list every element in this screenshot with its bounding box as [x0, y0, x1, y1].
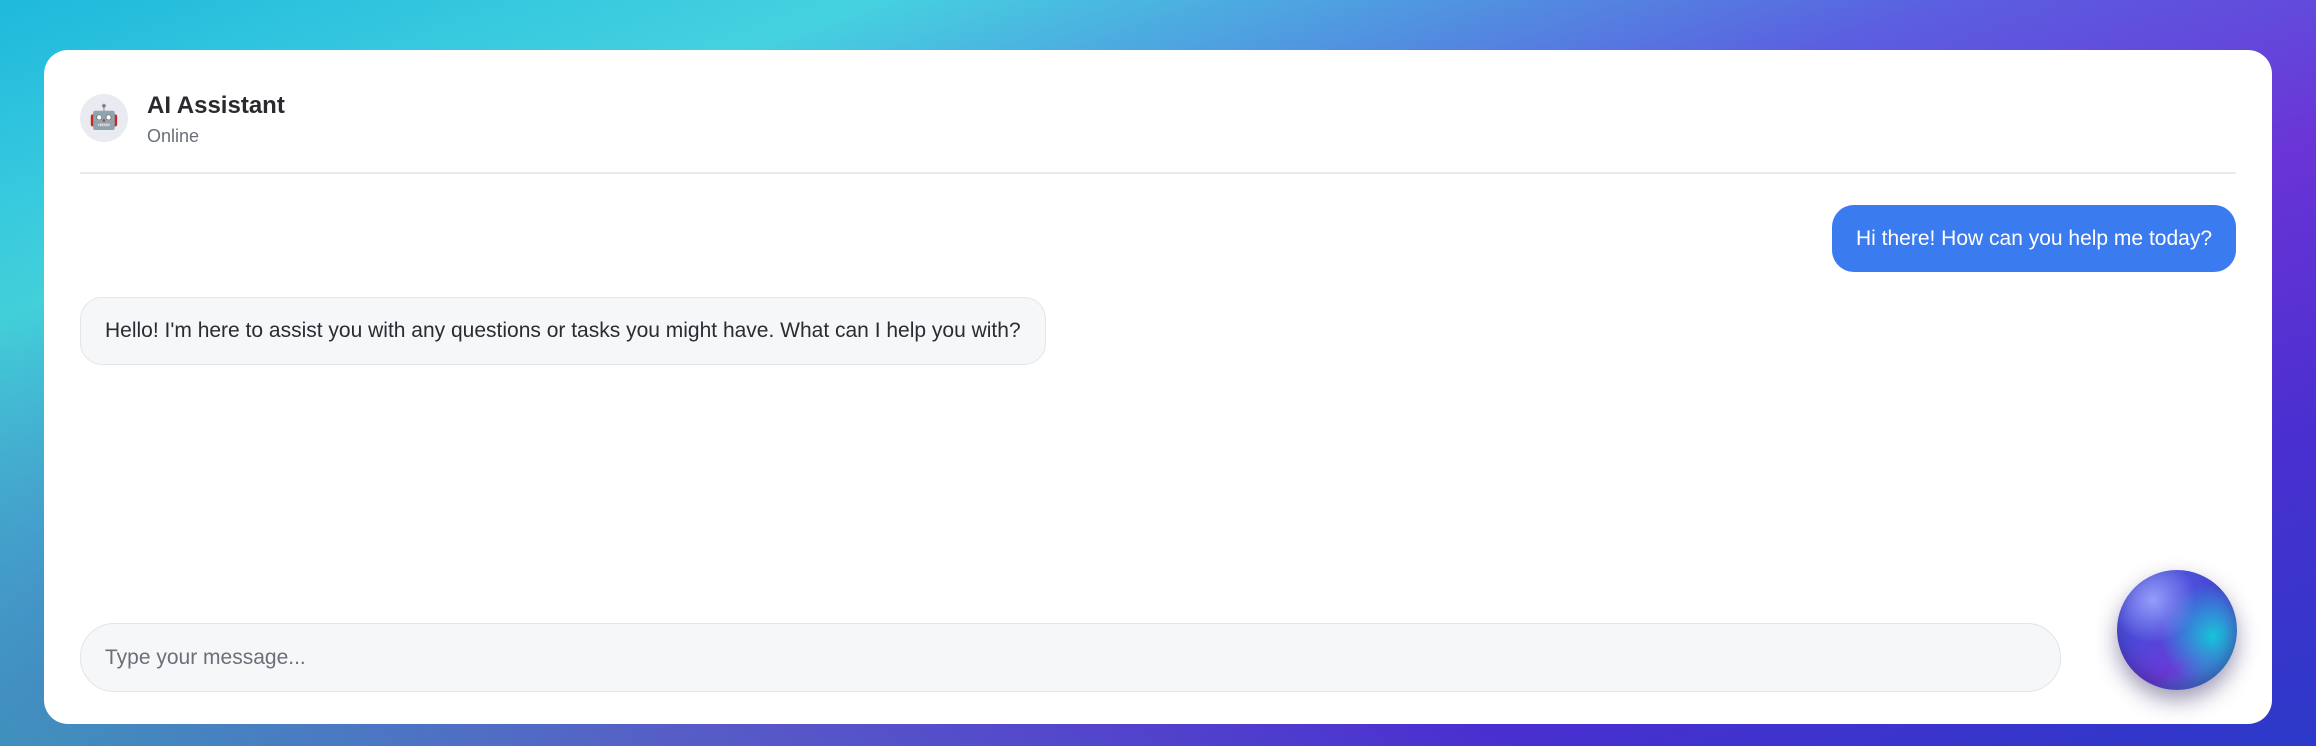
message-input-container [80, 623, 2061, 692]
chat-window: 🤖 AI Assistant Online Hi there! How can … [44, 50, 2272, 724]
avatar-glyph: 🤖 [89, 104, 119, 131]
status-text: Online [147, 126, 200, 146]
message-input[interactable] [81, 624, 2060, 691]
robot-icon: 🤖 [80, 94, 128, 142]
chat-header: 🤖 AI Assistant Online [80, 50, 2236, 174]
gradient-orb-icon[interactable] [2117, 570, 2237, 690]
user-message-bubble: Hi there! How can you help me today? [1831, 205, 2236, 272]
assistant-name: AI Assistant [147, 92, 285, 119]
assistant-message-bubble: Hello! I'm here to assist you with any q… [80, 297, 1046, 365]
